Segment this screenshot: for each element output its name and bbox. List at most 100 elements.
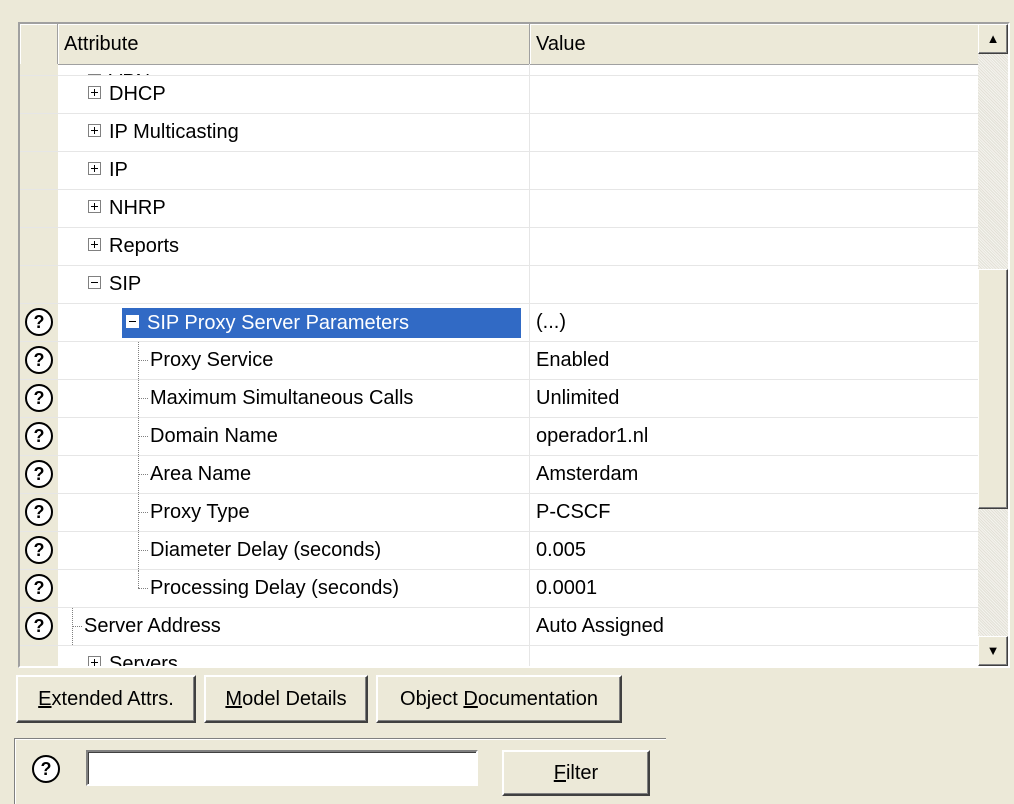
help-column-cell — [20, 152, 58, 189]
expand-icon[interactable] — [88, 162, 101, 176]
scroll-thumb[interactable] — [978, 269, 1008, 509]
object-documentation-button[interactable]: Object Documentation — [376, 675, 622, 723]
attribute-row[interactable]: ? Domain Name operador1.nl — [20, 418, 978, 456]
help-column-cell — [20, 190, 58, 227]
attribute-row[interactable]: ? Diameter Delay (seconds) 0.005 — [20, 532, 978, 570]
value-cell[interactable] — [530, 266, 978, 303]
value-cell[interactable] — [530, 190, 978, 227]
grid-header: Attribute Value — [20, 24, 978, 65]
attribute-grid[interactable]: Attribute Value VPN DHCP IP Multicasting IP… — [18, 22, 1010, 668]
attribute-cell[interactable]: DHCP — [58, 76, 530, 113]
attribute-cell[interactable]: Server Address — [58, 608, 530, 645]
header-help-column — [20, 24, 58, 64]
attribute-row[interactable]: ? Proxy Service Enabled — [20, 342, 978, 380]
grid-rows: VPN DHCP IP Multicasting IP NHRP Reports SIP? S… — [20, 64, 978, 666]
help-column-cell: ? — [20, 494, 58, 531]
attribute-row[interactable]: ? SIP Proxy Server Parameters (...) — [20, 304, 978, 342]
attribute-cell[interactable]: Diameter Delay (seconds) — [58, 532, 530, 569]
filter-label: ilter — [565, 762, 599, 784]
attribute-cell[interactable]: SIP — [58, 266, 530, 303]
value-cell[interactable]: Enabled — [530, 342, 978, 379]
tree-line — [138, 380, 140, 417]
value-cell[interactable] — [530, 76, 978, 113]
help-icon[interactable]: ? — [32, 755, 60, 783]
help-column-cell: ? — [20, 570, 58, 607]
help-icon[interactable]: ? — [25, 384, 53, 412]
attribute-label: Server Address — [84, 615, 221, 637]
attribute-row[interactable]: ? Processing Delay (seconds) 0.0001 — [20, 570, 978, 608]
collapse-icon[interactable] — [88, 276, 101, 290]
help-icon[interactable]: ? — [25, 308, 53, 336]
header-attribute[interactable]: Attribute — [58, 24, 530, 64]
collapse-icon[interactable] — [126, 314, 139, 328]
attribute-row[interactable]: NHRP — [20, 190, 978, 228]
help-icon[interactable]: ? — [25, 346, 53, 374]
help-icon[interactable]: ? — [25, 612, 53, 640]
value-cell[interactable]: 0.005 — [530, 532, 978, 569]
scroll-up-button[interactable]: ▲ — [978, 24, 1008, 54]
attribute-cell[interactable]: IP Multicasting — [58, 114, 530, 151]
filter-button[interactable]: Filter — [502, 750, 650, 796]
attribute-cell[interactable]: Domain Name — [58, 418, 530, 455]
value-cell[interactable] — [530, 228, 978, 265]
help-icon[interactable]: ? — [25, 536, 53, 564]
attribute-row[interactable]: DHCP — [20, 76, 978, 114]
help-icon[interactable]: ? — [25, 498, 53, 526]
expand-icon[interactable] — [88, 656, 101, 666]
help-icon[interactable]: ? — [25, 422, 53, 450]
header-value[interactable]: Value — [530, 24, 978, 64]
help-icon[interactable]: ? — [25, 460, 53, 488]
arrow-up-icon: ▲ — [986, 31, 1000, 46]
expand-icon[interactable] — [88, 238, 101, 252]
value-cell[interactable] — [530, 114, 978, 151]
attribute-cell[interactable]: Area Name — [58, 456, 530, 493]
value-cell[interactable]: Unlimited — [530, 380, 978, 417]
attribute-cell[interactable]: SIP Proxy Server Parameters — [58, 304, 530, 341]
value-cell[interactable] — [530, 152, 978, 189]
attribute-row[interactable]: ? Maximum Simultaneous Calls Unlimited — [20, 380, 978, 418]
value-cell[interactable] — [530, 646, 978, 666]
scroll-down-button[interactable]: ▼ — [978, 636, 1008, 666]
attribute-cell[interactable]: VPN — [58, 64, 530, 75]
value-cell[interactable]: Auto Assigned — [530, 608, 978, 645]
attribute-row[interactable]: VPN — [20, 64, 978, 76]
attribute-label: SIP Proxy Server Parameters — [147, 311, 409, 334]
attribute-cell[interactable]: Proxy Type — [58, 494, 530, 531]
expand-icon[interactable] — [88, 124, 101, 138]
value-cell[interactable]: P-CSCF — [530, 494, 978, 531]
attribute-cell[interactable]: Proxy Service — [58, 342, 530, 379]
expand-icon[interactable] — [88, 86, 101, 100]
value-cell[interactable]: Amsterdam — [530, 456, 978, 493]
collapse-icon[interactable] — [88, 74, 101, 75]
model-details-button[interactable]: Model Details — [204, 675, 368, 723]
attribute-row[interactable]: ? Area Name Amsterdam — [20, 456, 978, 494]
attribute-cell[interactable]: NHRP — [58, 190, 530, 227]
filter-input[interactable] — [86, 750, 478, 786]
attribute-label: Reports — [109, 235, 180, 257]
tree-line — [138, 532, 140, 569]
extended-attrs-button[interactable]: Extended Attrs. — [16, 675, 196, 723]
attribute-cell[interactable]: Maximum Simultaneous Calls — [58, 380, 530, 417]
value-cell[interactable]: operador1.nl — [530, 418, 978, 455]
tree-line — [138, 494, 140, 531]
attribute-row[interactable]: Servers — [20, 646, 978, 666]
attribute-cell[interactable]: Servers — [58, 646, 530, 666]
help-column-cell: ? — [20, 304, 58, 341]
value-cell[interactable]: (...) — [530, 304, 978, 341]
expand-icon[interactable] — [88, 200, 101, 214]
value-cell[interactable]: 0.0001 — [530, 570, 978, 607]
attribute-cell[interactable]: Processing Delay (seconds) — [58, 570, 530, 607]
value-cell[interactable] — [530, 64, 978, 75]
attribute-row[interactable]: SIP — [20, 266, 978, 304]
attribute-row[interactable]: IP Multicasting — [20, 114, 978, 152]
attribute-row[interactable]: ? Server Address Auto Assigned — [20, 608, 978, 646]
vertical-scrollbar[interactable]: ▲ ▼ — [978, 24, 1008, 666]
attribute-row[interactable]: ? Proxy Type P-CSCF — [20, 494, 978, 532]
attribute-cell[interactable]: Reports — [58, 228, 530, 265]
tree-line — [138, 342, 140, 379]
attribute-row[interactable]: Reports — [20, 228, 978, 266]
help-icon[interactable]: ? — [25, 574, 53, 602]
attribute-row[interactable]: IP — [20, 152, 978, 190]
attribute-cell[interactable]: IP — [58, 152, 530, 189]
tree-line — [72, 608, 74, 645]
